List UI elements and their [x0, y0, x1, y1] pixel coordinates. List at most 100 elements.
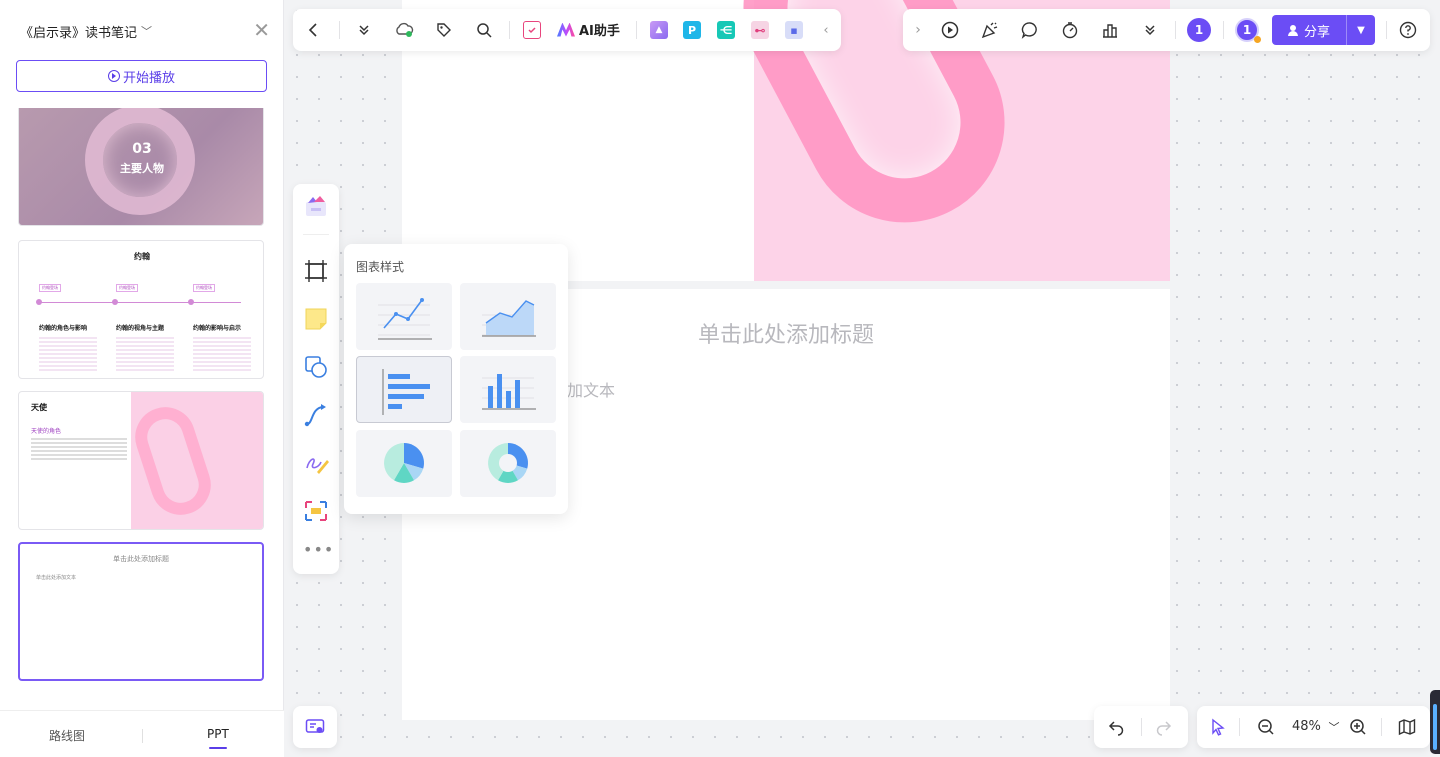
thumb-column: 约翰的角色与影响 [39, 323, 97, 371]
share-button[interactable]: 分享 ▼ [1272, 15, 1375, 45]
slide-thumbnail-4-selected[interactable]: 单击此处添加标题 单击此处添加文本 [18, 542, 264, 681]
slide-thumbnail-2[interactable]: 约翰 约翰登场 约翰登场 约翰登场 约翰的角色与影响 约翰的视角与主题 约翰的影… [18, 240, 264, 379]
popup-title: 图表样式 [356, 260, 405, 274]
ai-assistant-label: AI助手 [579, 24, 620, 39]
divider [509, 21, 510, 39]
timer-icon[interactable] [1059, 19, 1081, 41]
chart-style-area[interactable] [460, 283, 556, 350]
thumb-title: 约翰 [134, 252, 150, 261]
donut-chart-icon [488, 443, 528, 483]
slide-thumbnail-list[interactable]: 03 主要人物 约翰 约翰登场 约翰登场 约翰登场 约翰的角色与影响 约翰的视角… [18, 108, 266, 703]
chevron-left-icon[interactable]: ‹ [815, 19, 837, 41]
slide-panel: 《启示录》读书笔记 ﹀ ✕ 开始播放 03 主要人物 约翰 约翰登场 约翰登场 … [0, 0, 284, 757]
panel-footer-tabs: 路线图 PPT [0, 710, 284, 757]
doc-title-row[interactable]: 《启示录》读书笔记 ﹀ ✕ [20, 20, 270, 42]
p-app-icon[interactable]: P [683, 21, 701, 39]
thumb-column: 约翰的视角与主题 [116, 323, 174, 371]
tab-ppt[interactable]: PPT [207, 727, 229, 749]
image-app-icon[interactable]: ▲ [650, 21, 668, 39]
divider [1223, 21, 1224, 39]
chevron-right-icon[interactable]: › [907, 19, 929, 41]
zoom-in-icon[interactable] [1347, 716, 1369, 738]
help-icon[interactable] [1397, 19, 1419, 41]
zoom-out-icon[interactable] [1255, 716, 1277, 738]
template-icon[interactable] [303, 194, 329, 220]
select-pointer-icon[interactable] [1207, 716, 1229, 738]
back-icon[interactable] [303, 19, 325, 41]
close-icon[interactable]: ✕ [253, 20, 270, 40]
search-icon[interactable] [473, 19, 495, 41]
thumb-section-label: 主要人物 [120, 162, 164, 175]
pen-icon[interactable] [303, 450, 329, 476]
comment-icon[interactable] [1019, 19, 1041, 41]
undo-icon[interactable] [1105, 716, 1127, 738]
double-chevron-down-icon[interactable] [353, 19, 375, 41]
divider [1175, 21, 1176, 39]
comment-app-icon[interactable]: ▪ [785, 21, 803, 39]
component-icon[interactable] [303, 498, 329, 524]
mindmap-app-icon[interactable]: ⋲ [717, 21, 735, 39]
column-text [193, 335, 251, 371]
connector-icon[interactable] [303, 402, 329, 428]
undo-redo-bar [1094, 706, 1188, 748]
column-text [39, 335, 97, 371]
tag-icon[interactable] [433, 19, 455, 41]
slide-thumbnail-3[interactable]: 天使 天使的角色 [18, 391, 264, 530]
timeline-dot [188, 299, 194, 305]
ai-logo-icon [557, 22, 575, 37]
share-main[interactable]: 分享 [1272, 15, 1347, 45]
start-play-label: 开始播放 [122, 70, 175, 86]
map-icon[interactable] [1396, 716, 1418, 738]
thumb-column: 约翰的影响与启示 [193, 323, 251, 371]
start-play-button[interactable]: 开始播放 [16, 60, 267, 92]
status-dot [1254, 36, 1261, 43]
more-icon[interactable]: ••• [303, 540, 333, 566]
sticky-note-icon[interactable] [303, 306, 329, 332]
slide-body-placeholder[interactable]: 加文本 [567, 377, 615, 401]
cloud-sync-icon[interactable] [393, 19, 415, 41]
top-toolbar-right: › 1 1 分享 ▼ [903, 9, 1430, 51]
timeline-line [37, 302, 241, 303]
double-chevron-down-icon[interactable] [1139, 19, 1161, 41]
chevron-down-icon[interactable]: ﹀ [141, 23, 152, 39]
chevron-down-icon[interactable]: ﹀ [1323, 716, 1345, 738]
timeline-dot [112, 299, 118, 305]
vertical-bar-chart-icon [482, 374, 536, 410]
chevron-down-icon[interactable]: ▼ [1347, 25, 1375, 36]
zoom-level[interactable]: 48% [1292, 719, 1321, 734]
scroll-indicator[interactable] [1430, 690, 1440, 754]
divider [1381, 718, 1382, 736]
thumb-title: 单击此处添加标题 [113, 555, 169, 563]
redo-icon[interactable] [1153, 716, 1175, 738]
divider [1239, 718, 1240, 736]
thumb-section-number: 03 [132, 141, 152, 157]
chart-style-donut[interactable] [460, 430, 556, 497]
chart-style-pie[interactable] [356, 430, 452, 497]
user-icon [1287, 24, 1299, 36]
doc-title[interactable]: 《启示录》读书笔记 [20, 22, 137, 41]
column-heading: 约翰的影响与启示 [193, 325, 242, 332]
celebrate-icon[interactable] [979, 19, 1001, 41]
chart-style-line[interactable] [356, 283, 452, 350]
calendar-app-icon[interactable] [523, 21, 541, 39]
divider [636, 21, 637, 39]
horizontal-bar-chart-icon [382, 369, 430, 415]
play-icon [107, 70, 120, 82]
tab-roadmap[interactable]: 路线图 [49, 727, 85, 744]
frame-icon[interactable] [303, 258, 329, 284]
timeline-tag: 约翰登场 [193, 284, 215, 292]
flow-app-icon[interactable]: ⊷ [751, 21, 769, 39]
thumb-body: 单击此处添加文本 [36, 575, 77, 581]
slide-thumbnail-1[interactable]: 03 主要人物 [18, 108, 264, 226]
shape-icon[interactable] [303, 354, 329, 380]
area-chart-icon [482, 300, 536, 337]
play-circle-icon[interactable] [939, 19, 961, 41]
podium-icon[interactable] [1099, 19, 1121, 41]
chart-style-bar-horizontal[interactable] [356, 356, 452, 423]
thumb-subtitle: 天使的角色 [31, 428, 62, 435]
chart-style-bar-vertical[interactable] [460, 356, 556, 423]
divider [142, 729, 143, 743]
collaborator-count-badge[interactable]: 1 [1187, 18, 1211, 42]
ai-assistant-button[interactable]: AI助手 [557, 20, 620, 39]
slide-settings-button[interactable] [293, 706, 337, 748]
